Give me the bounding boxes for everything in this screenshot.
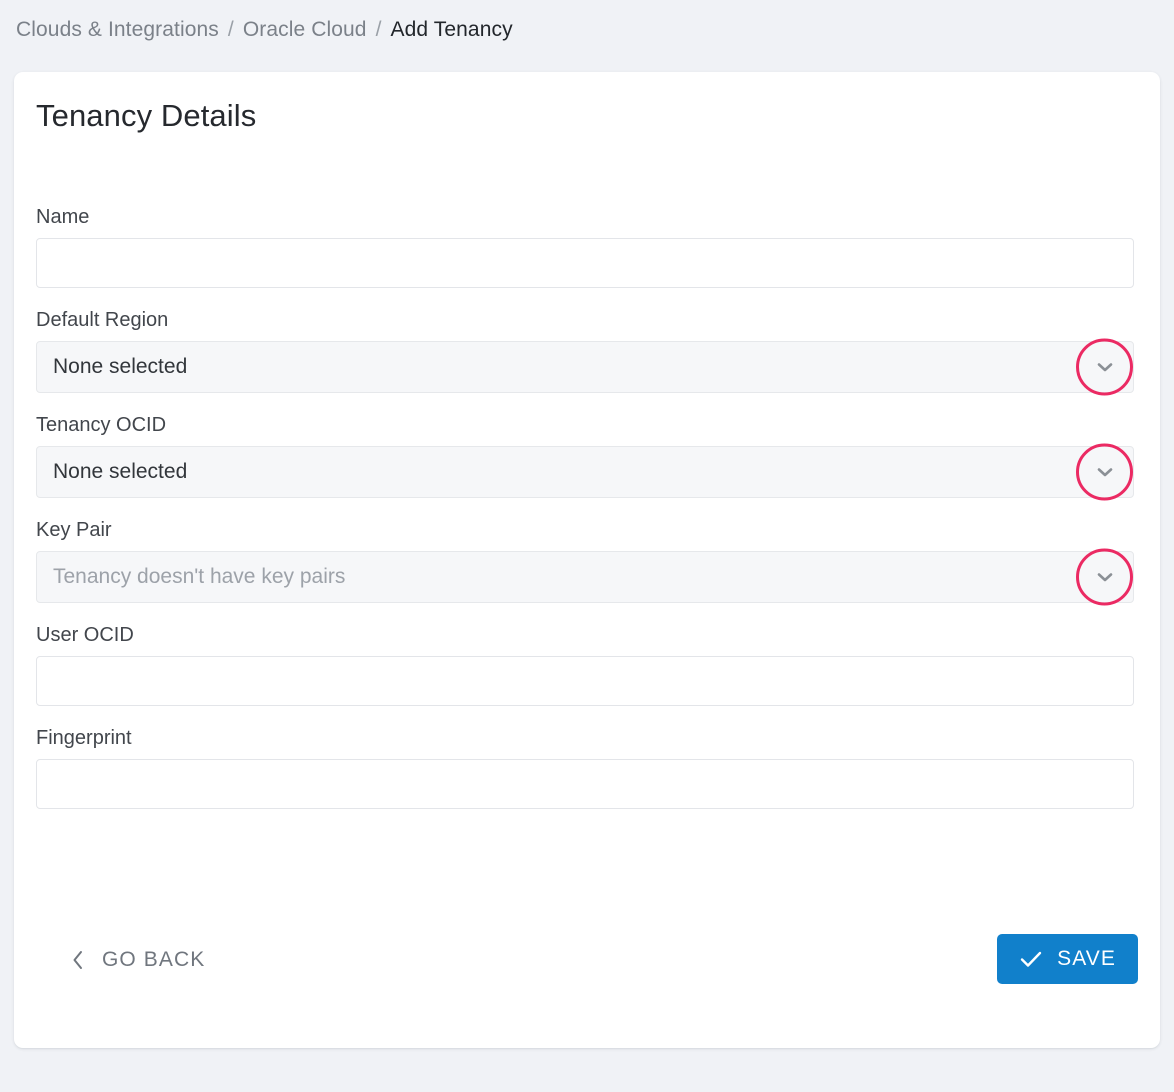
field-default-region: Default Region None selected: [36, 310, 1138, 393]
save-label: SAVE: [1057, 947, 1116, 971]
breadcrumb-separator: /: [228, 18, 234, 42]
tenancy-details-form: Name Default Region None selected Tenanc…: [36, 207, 1138, 831]
tenancy-ocid-select-wrap: None selected: [36, 446, 1134, 498]
breadcrumb-item-clouds-integrations[interactable]: Clouds & Integrations: [16, 18, 219, 42]
default-region-selected-value: None selected: [53, 355, 187, 379]
user-ocid-input[interactable]: [36, 656, 1134, 706]
key-pair-select-wrap: Tenancy doesn't have key pairs: [36, 551, 1134, 603]
breadcrumb-item-add-tenancy: Add Tenancy: [391, 18, 513, 42]
tenancy-ocid-selected-value: None selected: [53, 460, 187, 484]
default-region-select[interactable]: None selected: [36, 341, 1134, 393]
key-pair-select[interactable]: Tenancy doesn't have key pairs: [36, 551, 1134, 603]
field-label-user-ocid: User OCID: [36, 625, 1138, 645]
field-user-ocid: User OCID: [36, 625, 1138, 706]
field-tenancy-ocid: Tenancy OCID None selected: [36, 415, 1138, 498]
field-label-fingerprint: Fingerprint: [36, 728, 1138, 748]
field-label-key-pair: Key Pair: [36, 520, 1138, 540]
breadcrumb: Clouds & Integrations / Oracle Cloud / A…: [16, 12, 513, 48]
name-input[interactable]: [36, 238, 1134, 288]
field-label-default-region: Default Region: [36, 310, 1138, 330]
field-key-pair: Key Pair Tenancy doesn't have key pairs: [36, 520, 1138, 603]
form-actions: GO BACK SAVE: [36, 934, 1138, 998]
page-title: Tenancy Details: [36, 98, 256, 134]
breadcrumb-item-oracle-cloud[interactable]: Oracle Cloud: [243, 18, 367, 42]
check-icon: [1019, 948, 1043, 970]
key-pair-selected-value: Tenancy doesn't have key pairs: [53, 565, 345, 589]
default-region-select-wrap: None selected: [36, 341, 1134, 393]
field-name: Name: [36, 207, 1138, 288]
chevron-left-icon: [70, 949, 86, 971]
breadcrumb-separator: /: [376, 18, 382, 42]
go-back-label: GO BACK: [102, 948, 205, 972]
fingerprint-input[interactable]: [36, 759, 1134, 809]
field-fingerprint: Fingerprint: [36, 728, 1138, 809]
tenancy-details-card: Tenancy Details Name Default Region None…: [14, 72, 1160, 1048]
tenancy-ocid-select[interactable]: None selected: [36, 446, 1134, 498]
field-label-tenancy-ocid: Tenancy OCID: [36, 415, 1138, 435]
save-button[interactable]: SAVE: [997, 934, 1138, 984]
go-back-button[interactable]: GO BACK: [70, 948, 205, 972]
field-label-name: Name: [36, 207, 1138, 227]
